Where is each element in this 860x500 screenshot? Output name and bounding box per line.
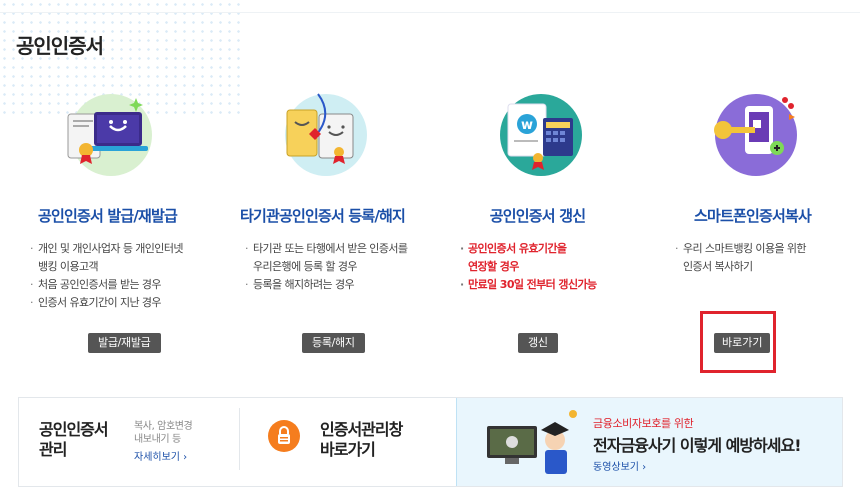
list-item: 개인 및 개인사업자 등 개인인터넷 [30, 240, 210, 258]
lock-icon [268, 420, 300, 452]
management-subtext: 복사, 암호변경 내보내기 등 [134, 421, 193, 445]
list-item: 인증서 복사하기 [683, 260, 753, 273]
card-description-list: 공인인증서 유효기간을 연장할 경우 만료일 30일 전부터 갱신가능 [460, 240, 640, 294]
smartphone-copy-go-button[interactable]: 바로가기 [714, 333, 771, 353]
graduate-monitor-icon [487, 410, 577, 474]
list-item: 인증서 유효기간이 지난 경우 [30, 294, 210, 312]
certificate-laptop-icon [58, 84, 158, 184]
list-item: 뱅킹 이용고객 [38, 260, 99, 273]
page-title: 공인인증서 [16, 34, 104, 58]
card-description-list: 우리 스마트뱅킹 이용을 위한 인증서 복사하기 [675, 240, 855, 276]
certificate-documents-icon [273, 84, 373, 184]
card-renew: w 공인인증서 갱신 공인인증서 유효기간을 연장할 경우 만료일 30일 전부… [430, 80, 645, 360]
card-register: 타기관공인인증서 등록/해지 타기관 또는 타행에서 받은 인증서를 우리은행에… [215, 80, 430, 360]
list-item: 만료일 30일 전부터 갱신가능 [460, 276, 640, 294]
top-divider [0, 12, 860, 13]
smartphone-key-icon [703, 84, 803, 184]
banner-subtitle: 금융소비자보호를 위한 [593, 417, 694, 430]
issue-button[interactable]: 발급/재발급 [88, 333, 161, 353]
certificate-window-shortcut[interactable]: 인증서관리창 바로가기 [240, 398, 455, 486]
window-shortcut-title: 인증서관리창 바로가기 [320, 420, 403, 459]
fraud-prevention-banner[interactable]: 금융소비자보호를 위한 전자금융사기 이렇게 예방하세요! 동영상보기 › [456, 398, 842, 486]
list-item: 타기관 또는 타행에서 받은 인증서를 [245, 240, 425, 258]
card-title: 공인인증서 발급/재발급 [37, 207, 178, 225]
card-title: 스마트폰인증서복사 [693, 207, 812, 225]
banner-title: 전자금융사기 이렇게 예방하세요! [593, 436, 802, 455]
card-description-list: 타기관 또는 타행에서 받은 인증서를 우리은행에 등록 할 경우 등록을 해지… [245, 240, 425, 294]
bottom-links-panel: 공인인증서 관리 복사, 암호변경 내보내기 등 자세히보기 › 인증서관리창 바로가… [18, 397, 843, 487]
management-title: 공인인증서 관리 [39, 420, 109, 459]
svg-text:w: w [521, 118, 533, 133]
watch-video-link[interactable]: 동영상보기 › [593, 458, 646, 473]
card-title: 타기관공인인증서 등록/해지 [239, 207, 406, 225]
certificate-calendar-icon: w [488, 84, 588, 184]
card-issue: 공인인증서 발급/재발급 개인 및 개인사업자 등 개인인터넷 뱅킹 이용고객 … [0, 80, 215, 360]
list-item: 우리은행에 등록 할 경우 [253, 260, 357, 273]
list-item: 등록을 해지하려는 경우 [245, 276, 425, 294]
list-item: 우리 스마트뱅킹 이용을 위한 [675, 240, 855, 258]
certificate-management: 공인인증서 관리 복사, 암호변경 내보내기 등 자세히보기 › [19, 398, 239, 486]
register-button[interactable]: 등록/해지 [302, 333, 365, 353]
card-title: 공인인증서 갱신 [489, 207, 586, 225]
renew-button[interactable]: 갱신 [518, 333, 558, 353]
list-item: 처음 공인인증서를 받는 경우 [30, 276, 210, 294]
more-details-link[interactable]: 자세히보기 › [134, 448, 187, 463]
list-item: 연장할 경우 [468, 260, 519, 273]
list-item: 공인인증서 유효기간을 [460, 240, 640, 258]
card-description-list: 개인 및 개인사업자 등 개인인터넷 뱅킹 이용고객 처음 공인인증서를 받는 … [30, 240, 210, 312]
